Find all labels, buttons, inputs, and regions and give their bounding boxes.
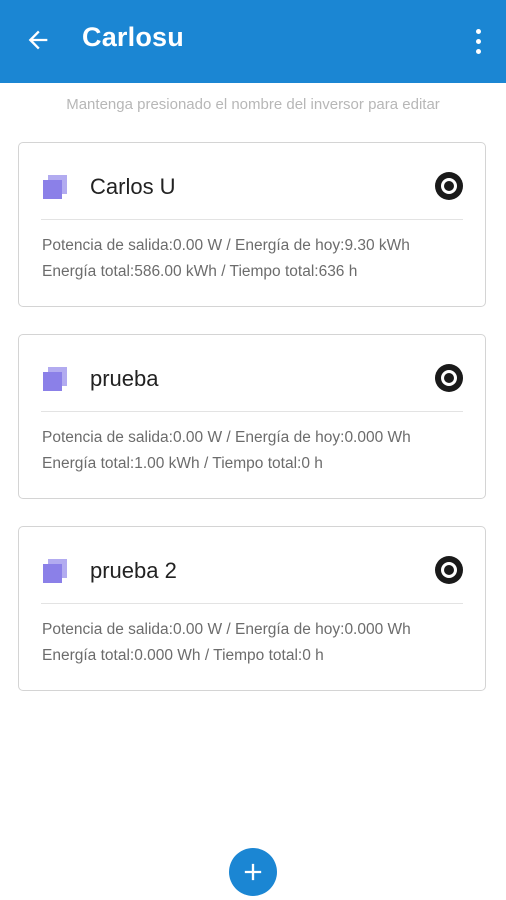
- add-icon: [244, 863, 262, 881]
- inverter-stack-icon: [43, 559, 67, 583]
- inverter-stats-line-2: Energía total:586.00 kWh / Tiempo total:…: [42, 263, 358, 280]
- inverter-stack-icon: [43, 367, 67, 391]
- card-divider: [41, 219, 463, 220]
- page-title: Carlosu: [82, 22, 184, 52]
- add-inverter-button[interactable]: [229, 848, 277, 896]
- target-icon[interactable]: [434, 555, 464, 585]
- inverter-stats-line-1: Potencia de salida:0.00 W / Energía de h…: [42, 237, 410, 254]
- inverter-stats-line-1: Potencia de salida:0.00 W / Energía de h…: [42, 429, 411, 446]
- inverter-card[interactable]: prueba Potencia de salida:0.00 W / Energ…: [18, 334, 486, 499]
- arrow-left-icon: [28, 30, 48, 50]
- edit-hint: Mantenga presionado el nombre del invers…: [66, 96, 440, 113]
- inverter-stack-icon: [43, 175, 67, 199]
- inverter-stats-line-2: Energía total:1.00 kWh / Tiempo total:0 …: [42, 455, 323, 472]
- inverter-stats-line-1: Potencia de salida:0.00 W / Energía de h…: [42, 621, 411, 638]
- inverter-name[interactable]: Carlos U: [90, 174, 176, 200]
- inverter-card[interactable]: Carlos U Potencia de salida:0.00 W / Ene…: [18, 142, 486, 307]
- inverter-name[interactable]: prueba: [90, 366, 159, 392]
- app-bar: Carlosu: [0, 0, 506, 83]
- target-icon[interactable]: [434, 363, 464, 393]
- target-icon[interactable]: [434, 171, 464, 201]
- more-vert-icon: [475, 28, 481, 34]
- card-divider: [41, 603, 463, 604]
- inverter-card[interactable]: prueba 2 Potencia de salida:0.00 W / Ene…: [18, 526, 486, 691]
- back-button[interactable]: [22, 24, 54, 56]
- inverter-name[interactable]: prueba 2: [90, 558, 177, 584]
- card-divider: [41, 411, 463, 412]
- more-options-button[interactable]: [466, 24, 490, 58]
- inverter-stats-line-2: Energía total:0.000 Wh / Tiempo total:0 …: [42, 647, 324, 664]
